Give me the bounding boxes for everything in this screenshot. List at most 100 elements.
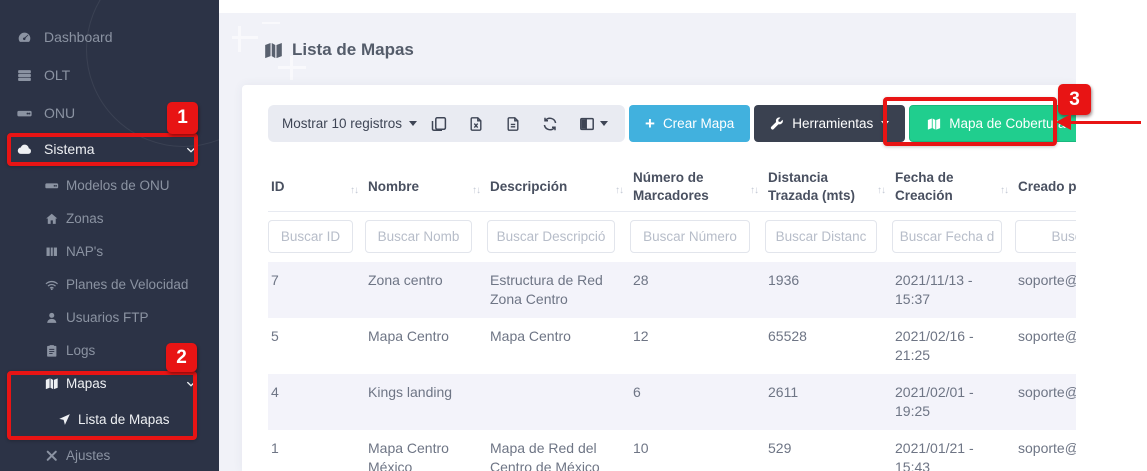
show-entries-dropdown[interactable]: Mostrar 10 registros	[268, 105, 427, 142]
table-icon	[45, 245, 59, 259]
clipboard-icon	[45, 344, 59, 358]
sidebar-item-modelos-de-onu[interactable]: Modelos de ONU	[0, 169, 219, 202]
table-row: 4 Kings landing 6 2611 2021/02/01 - 19:2…	[268, 374, 1076, 430]
sort-icon: ↑↓	[1000, 185, 1008, 196]
sidebar-item-zonas[interactable]: Zonas	[0, 202, 219, 235]
cell-num-marcadores: 10	[630, 430, 765, 471]
cell-num-marcadores: 12	[630, 318, 765, 374]
column-header-creado-por[interactable]: Creado por	[1015, 163, 1076, 211]
column-header-numero-de-marcadores[interactable]: Número de Marcadores↑↓	[630, 163, 765, 211]
cell-num-marcadores: 28	[630, 262, 765, 318]
search-creado-input[interactable]	[1015, 220, 1076, 253]
show-entries-label: Mostrar 10 registros	[282, 116, 402, 131]
export-excel-icon[interactable]	[468, 116, 484, 132]
sidebar-item-olt[interactable]: OLT	[0, 56, 219, 94]
refresh-icon[interactable]	[542, 116, 558, 132]
export-file-icon[interactable]	[505, 116, 521, 132]
server-icon	[16, 68, 32, 83]
search-nombre-input[interactable]	[365, 220, 472, 253]
page-title: Lista de Mapas	[264, 40, 414, 60]
search-distancia-input[interactable]	[765, 220, 877, 253]
table-row: 5 Mapa Centro Mapa Centro 12 65528 2021/…	[268, 318, 1076, 374]
cell-descripcion: Mapa Centro	[487, 318, 630, 374]
sidebar-item-dashboard[interactable]: Dashboard	[0, 18, 219, 56]
cell-nombre: Mapa Centro	[365, 318, 487, 374]
page-title-text: Lista de Mapas	[292, 40, 414, 60]
annotation-badge-3: 3	[1058, 84, 1091, 115]
cell-fecha: 2021/01/21 - 15:43	[892, 430, 1015, 471]
cell-id: 4	[268, 374, 365, 430]
herramientas-label: Herramientas	[792, 116, 873, 131]
column-header-descripcion[interactable]: Descripción↑↓	[487, 163, 630, 211]
search-id-input[interactable]	[268, 220, 353, 253]
cell-descripcion: Mapa de Red del Centro de México	[487, 430, 630, 471]
screen: Dashboard OLT ONU Sistema Modelos de ONU	[0, 0, 1147, 471]
crear-mapa-button[interactable]: + Crear Mapa	[629, 105, 750, 142]
cell-fecha: 2021/02/01 - 19:25	[892, 374, 1015, 430]
sidebar-item-naps[interactable]: NAP's	[0, 235, 219, 268]
column-header-id[interactable]: ID↑↓	[268, 163, 365, 211]
annotation-badge-2: 2	[166, 343, 197, 372]
column-header-nombre[interactable]: Nombre↑↓	[365, 163, 487, 211]
sidebar-item-label: Ajustes	[66, 448, 110, 463]
copy-icon[interactable]	[431, 116, 447, 132]
sidebar-item-label: OLT	[44, 67, 70, 83]
cell-distancia: 1936	[765, 262, 892, 318]
cell-id: 5	[268, 318, 365, 374]
cell-fecha: 2021/02/16 - 21:25	[892, 318, 1015, 374]
cell-id: 7	[268, 262, 365, 318]
annotation-badge-1: 1	[167, 102, 198, 134]
annotation-box-sistema	[7, 133, 198, 166]
cell-distancia: 2611	[765, 374, 892, 430]
column-visibility-icon[interactable]	[579, 116, 608, 132]
user-icon	[45, 311, 59, 325]
table-row: 7 Zona centro Estructura de Red Zona Cen…	[268, 262, 1076, 318]
annotation-box-mapas	[7, 371, 197, 440]
sort-icon: ↑↓	[350, 185, 358, 196]
sidebar-item-label: Logs	[66, 343, 95, 358]
column-header-distancia-trazada[interactable]: Distancia Trazada (mts)↑↓	[765, 163, 892, 211]
maps-table-container: ID↑↓ Nombre↑↓ Descripción↑↓ Número de Ma…	[268, 163, 1076, 471]
sidebar-item-ajustes[interactable]: Ajustes	[0, 439, 219, 471]
caret-down-icon	[409, 121, 417, 126]
sidebar-item-usuarios-ftp[interactable]: Usuarios FTP	[0, 301, 219, 334]
sidebar-item-label: NAP's	[66, 244, 103, 259]
device-icon	[16, 106, 32, 121]
cell-creado-por: soporte@	[1015, 374, 1076, 430]
sidebar-item-label: Dashboard	[44, 29, 113, 45]
search-fecha-input[interactable]	[892, 220, 1002, 253]
cell-creado-por: soporte@	[1015, 430, 1076, 471]
cell-distancia: 65528	[765, 318, 892, 374]
cell-distancia: 529	[765, 430, 892, 471]
plus-icon: +	[645, 115, 655, 132]
maps-table: ID↑↓ Nombre↑↓ Descripción↑↓ Número de Ma…	[268, 163, 1076, 471]
table-row: 1 Mapa Centro México Mapa de Red del Cen…	[268, 430, 1076, 471]
wrench-icon	[770, 117, 784, 131]
cell-num-marcadores: 6	[630, 374, 765, 430]
sort-icon: ↑↓	[472, 185, 480, 196]
caret-down-icon	[600, 121, 608, 126]
right-white-margin	[1076, 0, 1147, 471]
wifi-icon	[45, 278, 59, 292]
sort-icon: ↑↓	[877, 185, 885, 196]
search-numero-input[interactable]	[630, 220, 750, 253]
map-icon	[264, 41, 283, 60]
cell-nombre: Zona centro	[365, 262, 487, 318]
dashboard-icon	[16, 30, 32, 45]
sidebar-item-planes-de-velocidad[interactable]: Planes de Velocidad	[0, 268, 219, 301]
sidebar-item-label: Modelos de ONU	[66, 178, 170, 193]
column-header-fecha-de-creacion[interactable]: Fecha de Creación↑↓	[892, 163, 1015, 211]
cell-descripcion	[487, 374, 630, 430]
search-descripcion-input[interactable]	[487, 220, 615, 253]
cell-fecha: 2021/11/13 - 15:37	[892, 262, 1015, 318]
sidebar-item-label: Zonas	[66, 211, 104, 226]
cell-nombre: Kings landing	[365, 374, 487, 430]
table-header-row: ID↑↓ Nombre↑↓ Descripción↑↓ Número de Ma…	[268, 163, 1076, 211]
export-buttons	[431, 116, 608, 132]
table-search-row	[268, 211, 1076, 262]
cell-id: 1	[268, 430, 365, 471]
device-model-icon	[45, 179, 59, 193]
crear-mapa-label: Crear Mapa	[663, 116, 734, 131]
cell-creado-por: soporte@	[1015, 262, 1076, 318]
sort-icon: ↑↓	[615, 185, 623, 196]
